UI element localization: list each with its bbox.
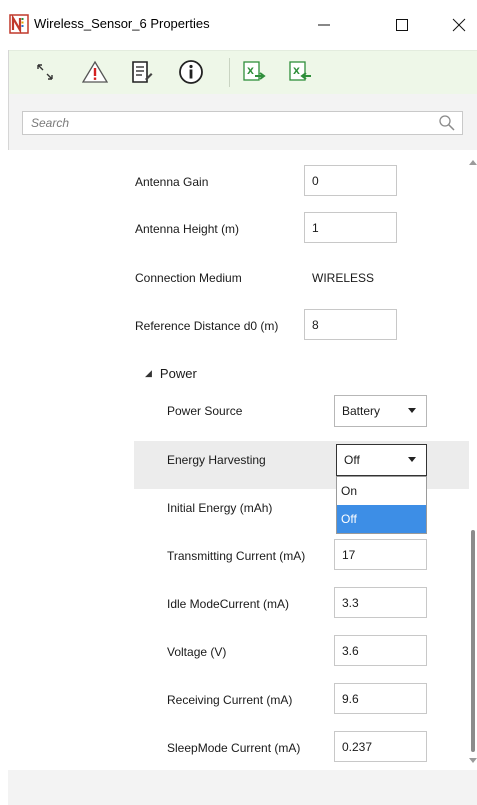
initial-energy-label: Initial Energy (mAh) [167,501,273,515]
connection-medium-value: WIRELESS [312,271,375,285]
connection-medium-label: Connection Medium [135,271,242,285]
chevron-down-icon [408,457,416,462]
power-source-value: Battery [342,404,381,418]
search-icon[interactable] [438,114,456,132]
collapse-caret-icon: ◢ [145,368,152,378]
window-title: Wireless_Sensor_6 Properties [34,16,210,31]
export-excel-button[interactable]: X [240,57,270,87]
scroll-up-icon[interactable] [469,160,477,165]
search-bar [8,94,477,150]
toolbar-separator [229,58,230,87]
antenna-height-label: Antenna Height (m) [135,222,240,236]
voltage-input[interactable] [334,635,427,666]
notes-button[interactable] [126,57,156,87]
power-section-header[interactable]: ◢ Power [145,366,197,381]
reference-distance-input[interactable] [304,309,397,340]
voltage-label: Voltage (V) [167,645,227,659]
export-excel-icon: X [243,61,266,81]
minimize-button[interactable] [309,12,339,38]
import-excel-icon: X [289,61,311,81]
antenna-gain-input[interactable] [304,165,397,196]
expand-icon [37,64,53,80]
svg-text:X: X [247,67,254,77]
footer-panel [8,770,477,805]
receiving-current-label: Receiving Current (mA) [167,693,293,707]
energy-harvesting-value: Off [344,453,360,467]
search-input[interactable] [23,112,423,134]
energy-harvesting-dropdown: On Off [336,476,427,534]
svg-text:X: X [293,67,300,77]
dropdown-option-off[interactable]: Off [337,505,426,533]
idle-mode-current-label: Idle ModeCurrent (mA) [167,597,290,611]
expand-button[interactable] [30,57,60,87]
minimize-icon [318,24,330,26]
sleep-mode-current-label: SleepMode Current (mA) [167,741,301,755]
chevron-down-icon [408,408,416,413]
receiving-current-input[interactable] [334,683,427,714]
toolbar: X X [8,50,477,94]
title-bar: Wireless_Sensor_6 Properties [0,0,477,50]
idle-mode-current-input[interactable] [334,587,427,618]
close-button[interactable] [444,12,474,38]
dropdown-option-on[interactable]: On [337,477,426,505]
reference-distance-label: Reference Distance d0 (m) [135,319,279,333]
info-icon [179,60,203,84]
maximize-icon [396,19,408,31]
maximize-button[interactable] [387,12,417,38]
search-box [22,111,463,135]
warning-icon [82,60,108,83]
antenna-height-input[interactable] [304,212,397,243]
info-button[interactable] [176,57,206,87]
energy-harvesting-select[interactable]: Off [336,444,427,476]
notes-icon [132,61,153,83]
sleep-mode-current-input[interactable] [334,731,427,762]
power-source-select[interactable]: Battery [334,395,427,427]
transmitting-current-label: Transmitting Current (mA) [167,549,306,563]
scroll-down-icon[interactable] [469,758,477,763]
close-icon [452,18,466,32]
warnings-button[interactable] [80,57,110,87]
antenna-gain-label: Antenna Gain [135,175,209,189]
power-source-label: Power Source [167,404,243,418]
app-logo-icon [9,14,29,34]
power-section-title: Power [159,366,197,381]
energy-harvesting-label: Energy Harvesting [167,453,266,467]
import-excel-button[interactable]: X [286,57,316,87]
transmitting-current-input[interactable] [334,539,427,570]
scrollbar-thumb[interactable] [471,530,475,752]
